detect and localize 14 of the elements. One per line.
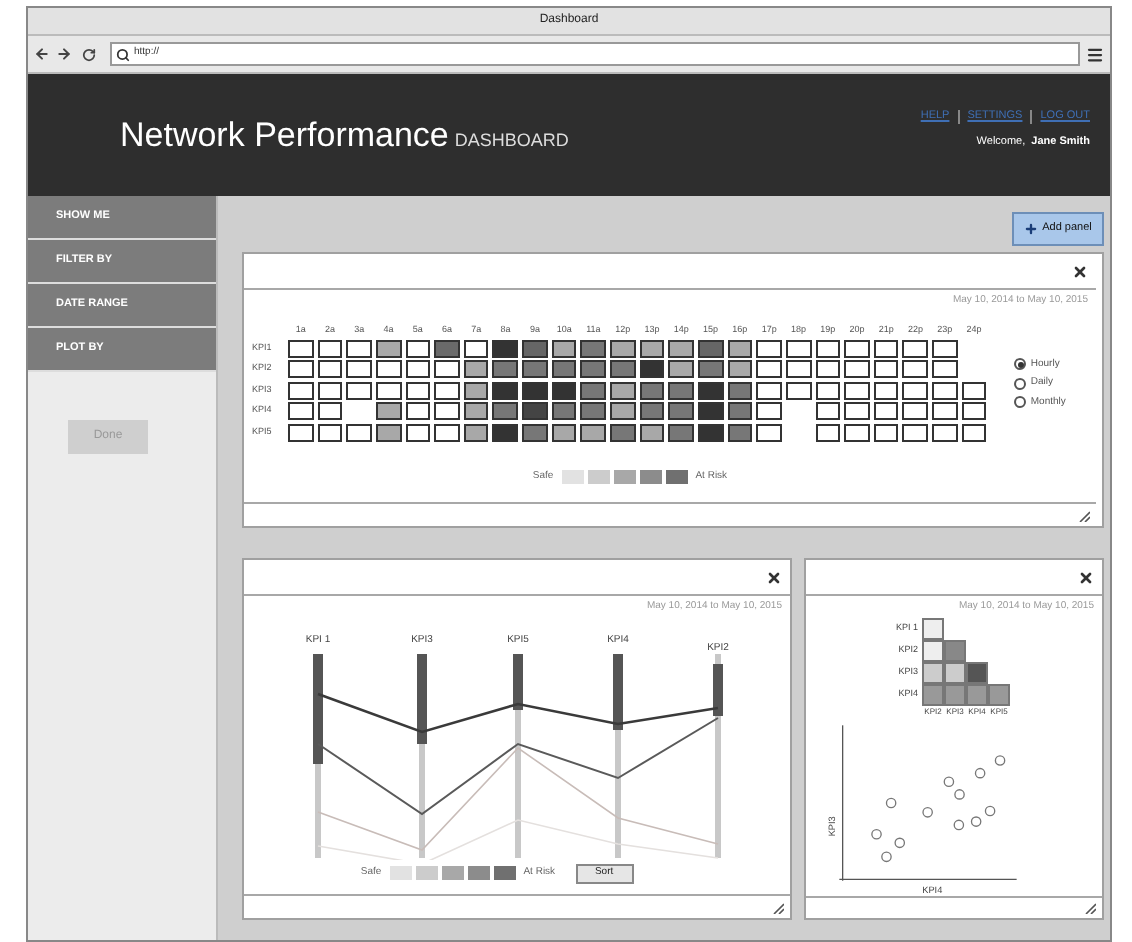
close-icon[interactable] <box>1078 569 1094 585</box>
resize-handle-icon[interactable] <box>1078 509 1090 521</box>
app-subtitle: DASHBOARD <box>454 127 569 154</box>
app-title: Network Performance <box>120 113 449 158</box>
close-icon[interactable] <box>766 569 782 585</box>
close-icon[interactable] <box>1072 263 1088 279</box>
back-icon[interactable] <box>34 46 50 62</box>
forward-icon[interactable] <box>56 46 72 62</box>
search-icon <box>116 47 130 61</box>
plus-icon <box>1024 222 1039 236</box>
menu-icon[interactable] <box>1086 45 1104 63</box>
reload-icon[interactable] <box>82 47 96 61</box>
resize-handle-icon[interactable] <box>772 901 784 913</box>
resize-handle-icon[interactable] <box>1084 902 1096 914</box>
